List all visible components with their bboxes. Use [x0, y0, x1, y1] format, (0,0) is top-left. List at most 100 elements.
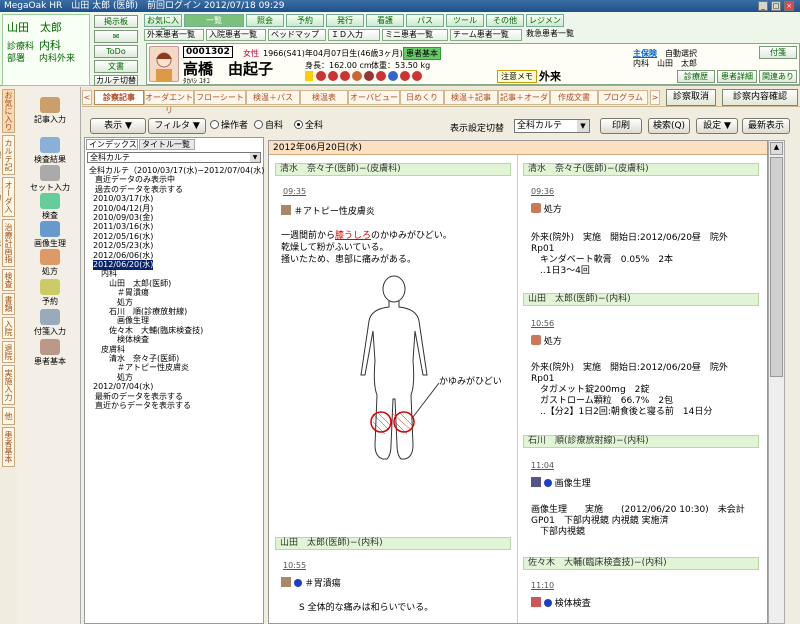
entry-header-rx[interactable]: 清水 奈々子(医師)−(皮膚科)	[523, 163, 759, 176]
tree-filter-select[interactable]: 全科カルテ ▼	[87, 152, 261, 163]
test-item[interactable]: 検査	[23, 193, 77, 221]
tree-item[interactable]: 直近からデータを表示する	[95, 401, 191, 411]
entry-time-4[interactable]: 10:56	[531, 319, 554, 328]
vtab-patient-basic[interactable]: 患者基本	[2, 427, 15, 467]
vtab-execution[interactable]: 実施入力	[2, 365, 15, 405]
tab-program[interactable]: プログラム	[598, 90, 648, 105]
entry-time-2[interactable]: 10:55	[283, 561, 306, 570]
emergency-patient-list-button[interactable]: 救急患者一覧	[524, 29, 596, 41]
vtab-treatment-plan[interactable]: 治療計画指示	[0, 219, 15, 267]
entry-time-3[interactable]: 09:36	[531, 187, 554, 196]
vtab-order-entry[interactable]: オーダ入力	[0, 177, 15, 217]
maximize-button[interactable]: □	[771, 1, 781, 11]
sticky-input-item[interactable]: 付箋入力	[23, 309, 77, 337]
rx2-line-2: Rp01	[531, 374, 555, 384]
confirm-exam-button[interactable]: 診察内容確認	[722, 89, 798, 106]
document-button[interactable]: 文書	[94, 60, 138, 73]
patient-basic-badge[interactable]: 患者基本	[403, 47, 441, 60]
mini-patient-list-button[interactable]: ミニ患者一覧	[382, 29, 448, 41]
patient-basic-item[interactable]: 患者基本	[23, 339, 77, 367]
tab-created-docs[interactable]: 作成文書	[550, 90, 598, 105]
search-button[interactable]: 検索(Q)	[648, 118, 690, 134]
tab-list[interactable]: 一覧	[184, 14, 244, 27]
radio-own-dept[interactable]: 自科	[254, 119, 283, 133]
entry-time[interactable]: 09:35	[283, 187, 306, 196]
tab-tools[interactable]: ツール	[446, 14, 484, 27]
tab-reservation[interactable]: 予約	[286, 14, 324, 27]
tab-note-order[interactable]: 記事＋オーダ	[498, 90, 550, 105]
todo-button[interactable]: ToDo	[94, 45, 138, 58]
entry-header-imaging[interactable]: 石川 順(診療放射線)−(内科)	[523, 435, 759, 448]
history-button[interactable]: 診療歴	[677, 70, 715, 83]
bed-map-button[interactable]: ベッドマップ	[268, 29, 326, 41]
imaging-item[interactable]: 画像生理	[23, 221, 77, 249]
tab-overview[interactable]: オーバビュー	[348, 90, 400, 105]
rx2-line-4: ガストローム顆粒 66.7% 2包	[531, 396, 674, 406]
caution-memo-button[interactable]: 注意メモ	[497, 70, 537, 83]
tab-vitals-path[interactable]: 検温＋パス	[246, 90, 300, 105]
vtab-discharge[interactable]: 退院	[2, 341, 15, 363]
latest-view-button[interactable]: 最新表示	[742, 118, 790, 134]
sticky-note-button[interactable]: 付箋	[759, 46, 797, 59]
close-button[interactable]: ×	[784, 1, 794, 11]
tab-other[interactable]: その他	[486, 14, 524, 27]
entry-header-rx2[interactable]: 山田 太郎(医師)−(内科)	[523, 293, 759, 306]
content-scrollbar[interactable]: ▲	[768, 140, 785, 624]
tab-flowsheet[interactable]: フローシート	[194, 90, 246, 105]
patient-detail-button[interactable]: 患者詳細	[717, 70, 757, 83]
scroll-up-icon[interactable]: ▲	[770, 142, 783, 155]
set-input-item[interactable]: セット入力	[23, 165, 77, 193]
tab-daily[interactable]: 日めくり	[400, 90, 444, 105]
minimize-button[interactable]: _	[758, 1, 768, 11]
test-result-icon	[40, 137, 60, 153]
filter-menu-button[interactable]: フィルタ ▼	[148, 118, 206, 134]
vtab-documents[interactable]: 書類	[2, 293, 15, 315]
tab-exam-note[interactable]: 診察記事	[94, 90, 144, 105]
tab-title-list[interactable]: タイトル一覧	[139, 139, 195, 150]
display-setting-select[interactable]: 全科カルテ ▼	[514, 119, 590, 133]
tab-regimen[interactable]: レジメン	[526, 14, 564, 27]
display-menu-button[interactable]: 表示 ▼	[90, 118, 146, 134]
tab-favorites[interactable]: お気に入り	[144, 14, 182, 36]
entry-header-internal[interactable]: 山田 太郎(医師)−(内科)	[275, 537, 511, 550]
inpatient-list-button[interactable]: 入院患者一覧	[206, 29, 266, 41]
tab-order-entry[interactable]: オーダエントリ	[144, 90, 194, 115]
vtab-admission[interactable]: 入院	[2, 317, 15, 339]
outpatient-list-button[interactable]: 外来患者一覧	[144, 29, 204, 41]
tab-nursing[interactable]: 看護	[366, 14, 404, 27]
mail-button[interactable]: ✉	[94, 30, 138, 43]
radio-operator[interactable]: 操作者	[210, 119, 248, 133]
vtab-favorites[interactable]: お気に入り	[2, 89, 15, 133]
tab-issue[interactable]: 発行	[326, 14, 364, 27]
radio-operator-icon	[210, 120, 219, 129]
settings-button[interactable]: 設定 ▼	[696, 118, 738, 134]
test-result-item[interactable]: 検査結果	[23, 137, 77, 165]
entry-header-dermatology[interactable]: 清水 奈々子(医師)−(皮膚科)	[275, 163, 511, 176]
id-input-button[interactable]: ＩＤ入力	[328, 29, 380, 41]
reservation-item[interactable]: 予約	[23, 279, 77, 307]
scroll-thumb[interactable]	[770, 157, 783, 377]
entry-time-6[interactable]: 11:10	[531, 581, 554, 590]
entry-time-5[interactable]: 11:04	[531, 461, 554, 470]
radio-all-dept[interactable]: 全科	[294, 119, 323, 133]
tab-path[interactable]: パス	[406, 14, 444, 27]
related-button[interactable]: 関連あり	[759, 70, 797, 83]
vtab-test[interactable]: 検査	[2, 269, 15, 291]
print-button[interactable]: 印刷	[600, 118, 642, 134]
notice-board-button[interactable]: 掲示板	[94, 15, 138, 28]
prescription-icon	[531, 335, 541, 345]
tab-scroll-right-icon[interactable]: >	[650, 90, 660, 105]
chart-switch-button[interactable]: カルテ切替	[94, 75, 138, 86]
tab-vitals-chart[interactable]: 検温表	[300, 90, 348, 105]
tab-scroll-left-icon[interactable]: <	[82, 90, 92, 105]
entry-header-lab[interactable]: 佐々木 大輔(臨床検査技)−(内科)	[523, 557, 759, 570]
cancel-exam-button[interactable]: 診察取消	[666, 89, 716, 106]
vtab-other[interactable]: 他	[2, 407, 15, 425]
team-patient-list-button[interactable]: チーム患者一覧	[450, 29, 522, 41]
note-input-item[interactable]: 記事入力	[23, 97, 77, 125]
vtab-chart-record[interactable]: カルテ記録	[0, 135, 15, 175]
tab-inquiry[interactable]: 照会	[246, 14, 284, 27]
tab-vitals-note[interactable]: 検温＋記事	[444, 90, 498, 105]
prescription-item[interactable]: 処方	[23, 249, 77, 277]
tab-index[interactable]: インデックス	[86, 139, 138, 150]
